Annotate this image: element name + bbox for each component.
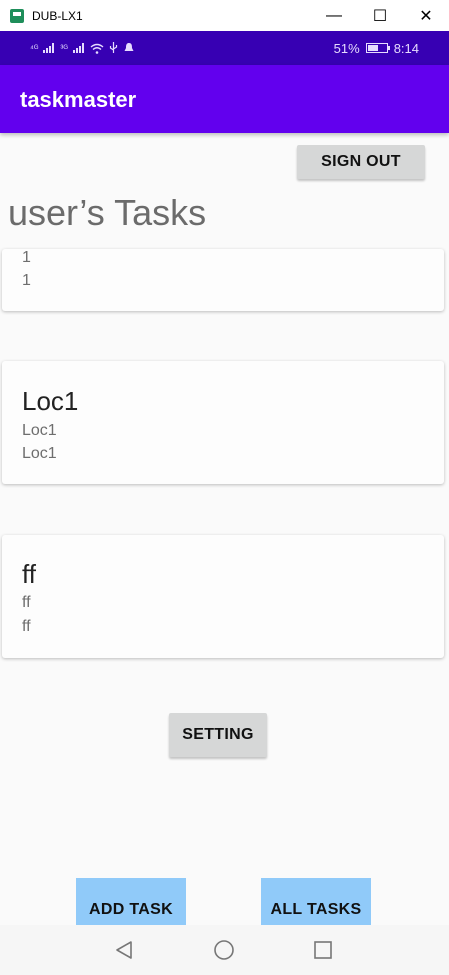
all-tasks-button[interactable]: ALL TASKS xyxy=(261,878,371,928)
window-controls: — ☐ ✕ xyxy=(311,0,449,31)
task-status-line: Loc1 xyxy=(22,445,57,462)
task-card[interactable]: 1 1 xyxy=(2,249,444,311)
minimize-button[interactable]: — xyxy=(311,0,357,31)
app-window-icon xyxy=(10,8,24,23)
task-card[interactable]: ff ff ff xyxy=(2,535,444,658)
window-title: DUB-LX1 xyxy=(32,8,83,23)
app-bar: taskmaster xyxy=(0,65,449,133)
network-4g-label: ⁴ᴳ xyxy=(30,43,39,53)
back-icon[interactable] xyxy=(113,939,135,961)
wifi-icon xyxy=(90,43,104,54)
page-heading: user’s Tasks xyxy=(8,192,207,233)
notification-icon xyxy=(124,43,134,51)
add-task-button[interactable]: ADD TASK xyxy=(76,878,186,928)
task-title: Loc1 xyxy=(22,386,79,416)
task-title: ff xyxy=(22,559,36,589)
task-status-line: 1 xyxy=(22,272,31,289)
signal-icon xyxy=(43,43,55,53)
usb-icon xyxy=(109,42,117,53)
home-icon[interactable] xyxy=(213,939,235,961)
setting-button[interactable]: SETTING xyxy=(169,713,267,757)
window-titlebar: DUB-LX1 — ☐ ✕ xyxy=(0,0,449,31)
battery-percent: 51% xyxy=(333,40,360,56)
task-body-line: Loc1 xyxy=(22,422,57,439)
task-status-line: ff xyxy=(22,618,31,635)
recents-icon[interactable] xyxy=(312,939,334,961)
sign-out-button[interactable]: SIGN OUT xyxy=(297,145,425,179)
task-body-line: 1 xyxy=(22,249,31,266)
task-body-line: ff xyxy=(22,594,31,611)
task-card[interactable]: Loc1 Loc1 Loc1 xyxy=(2,361,444,484)
network-3g-label: ³ᴳ xyxy=(60,43,68,53)
app-title: taskmaster xyxy=(20,87,137,112)
navigation-bar xyxy=(0,925,449,975)
app-root: DUB-LX1 — ☐ ✕ ⁴ᴳ ³ᴳ 51% 8:14 taskmaster … xyxy=(0,0,449,975)
status-icons-left: ⁴ᴳ ³ᴳ xyxy=(30,42,135,54)
maximize-button[interactable]: ☐ xyxy=(357,0,403,31)
battery-icon xyxy=(365,43,390,53)
close-button[interactable]: ✕ xyxy=(403,0,449,31)
status-time: 8:14 xyxy=(393,40,419,56)
status-bar: ⁴ᴳ ³ᴳ 51% 8:14 xyxy=(0,31,449,65)
status-icons-right: 51% 8:14 xyxy=(334,31,419,65)
signal-icon-2 xyxy=(72,43,84,53)
